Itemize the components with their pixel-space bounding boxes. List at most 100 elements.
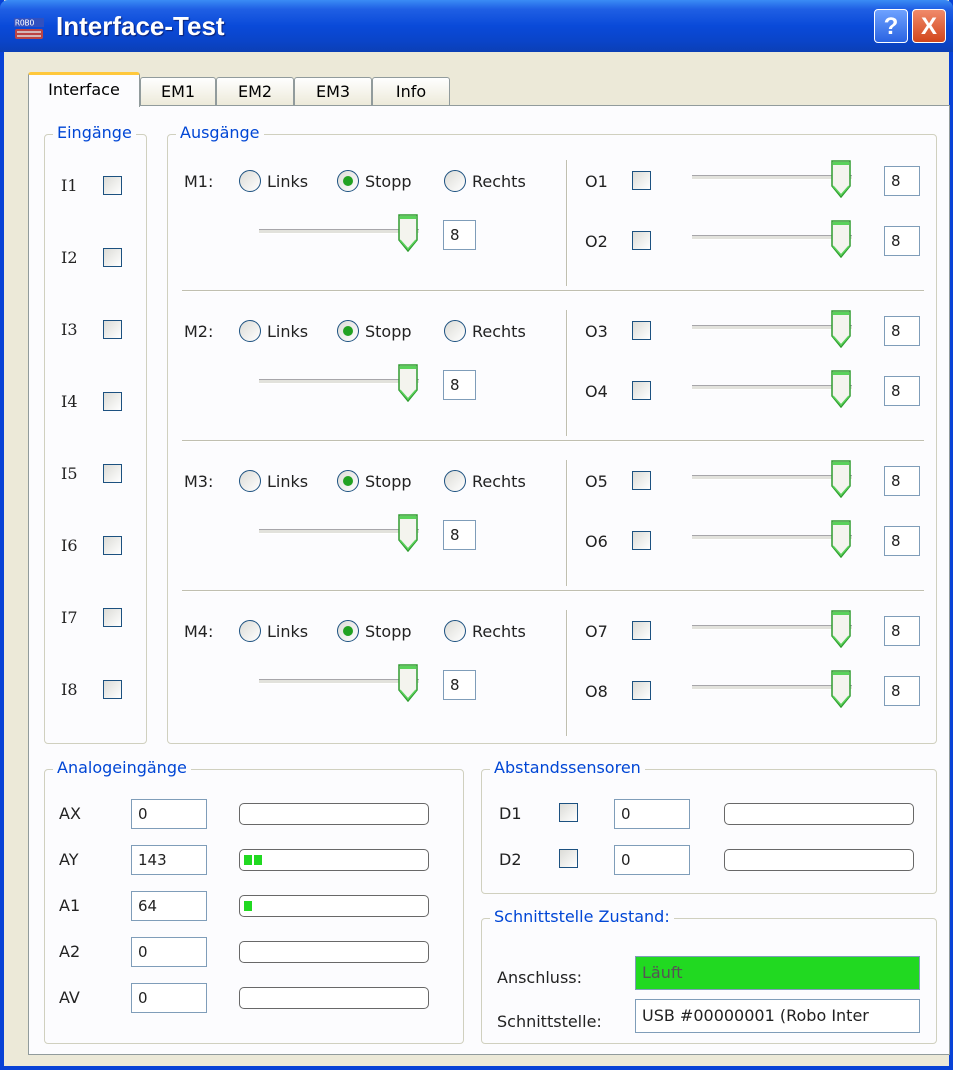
output-checkbox-o2[interactable] <box>632 231 651 250</box>
tab-interface[interactable]: Interface <box>28 72 140 107</box>
motor-m4-radio-left[interactable] <box>239 620 261 642</box>
tab-em2[interactable]: EM2 <box>216 77 294 106</box>
motor-output-divider-3 <box>566 460 568 586</box>
motor-m2-slider-thumb[interactable] <box>397 364 419 403</box>
svg-text:ROBO: ROBO <box>15 19 34 28</box>
motor-m4-radio-right[interactable] <box>444 620 466 642</box>
motor-label-m1: M1: <box>184 172 214 191</box>
input-checkbox-i3[interactable] <box>103 320 122 339</box>
motor-m1-radio-stop[interactable] <box>337 170 359 192</box>
title-bar[interactable]: ROBO Interface-Test ? X <box>0 0 953 52</box>
motor-m1-slider[interactable] <box>259 214 419 254</box>
output-o2-slider-thumb[interactable] <box>830 220 852 259</box>
interface-test-window: ROBO Interface-Test ? X Interface EM1 EM… <box>0 0 953 1070</box>
input-checkbox-i2[interactable] <box>103 248 122 267</box>
motor-m3-radio-stop[interactable] <box>337 470 359 492</box>
analog-bar-ay-segment <box>244 855 252 865</box>
analog-inputs-group-label: Analogeingänge <box>53 758 191 777</box>
tab-info[interactable]: Info <box>372 77 450 106</box>
analog-bar-ax <box>239 803 429 825</box>
input-label-i8: I8 <box>61 680 78 699</box>
output-o2-value: 8 <box>884 226 920 256</box>
output-o1-slider[interactable] <box>692 160 852 200</box>
motor-m3-slider-thumb[interactable] <box>397 514 419 553</box>
tab-em1[interactable]: EM1 <box>140 77 216 106</box>
input-checkbox-i7[interactable] <box>103 608 122 627</box>
input-checkbox-i4[interactable] <box>103 392 122 411</box>
input-checkbox-i1[interactable] <box>103 176 122 195</box>
output-o3-slider-thumb[interactable] <box>830 310 852 349</box>
output-o3-value: 8 <box>884 316 920 346</box>
output-o6-slider[interactable] <box>692 520 852 560</box>
output-o7-slider-thumb[interactable] <box>830 610 852 649</box>
close-button[interactable]: X <box>912 9 946 43</box>
analog-value-ay: 143 <box>131 845 207 875</box>
output-checkbox-o4[interactable] <box>632 381 651 400</box>
tab-em3[interactable]: EM3 <box>294 77 372 106</box>
motor-m4-radio-stop[interactable] <box>337 620 359 642</box>
output-checkbox-o5[interactable] <box>632 471 651 490</box>
motor-m1-radio-right-label: Rechts <box>472 172 526 191</box>
motor-m1-radio-left[interactable] <box>239 170 261 192</box>
output-label-o6: O6 <box>585 532 608 551</box>
output-o4-value: 8 <box>884 376 920 406</box>
interface-field: USB #00000001 (Robo Inter <box>635 999 920 1033</box>
output-o1-slider-thumb[interactable] <box>830 160 852 199</box>
motor-label-m2: M2: <box>184 322 214 341</box>
output-o5-slider[interactable] <box>692 460 852 500</box>
input-checkbox-i8[interactable] <box>103 680 122 699</box>
motor-m2-radio-right[interactable] <box>444 320 466 342</box>
output-checkbox-o6[interactable] <box>632 531 651 550</box>
output-o5-slider-track <box>692 475 852 480</box>
output-checkbox-o3[interactable] <box>632 321 651 340</box>
motor-m1-slider-thumb[interactable] <box>397 214 419 253</box>
output-checkbox-o1[interactable] <box>632 171 651 190</box>
motor-m4-slider-thumb[interactable] <box>397 664 419 703</box>
analog-label-ax: AX <box>59 804 81 823</box>
distance-checkbox-d2[interactable] <box>559 849 578 868</box>
outputs-group-label: Ausgänge <box>176 123 264 142</box>
inputs-group-label: Eingänge <box>53 123 136 142</box>
input-label-i1: I1 <box>61 176 78 195</box>
motor-m4-value: 8 <box>443 670 476 700</box>
motor-m3-slider[interactable] <box>259 514 419 554</box>
output-checkbox-o8[interactable] <box>632 681 651 700</box>
output-o2-slider[interactable] <box>692 220 852 260</box>
motor-m1-slider-track <box>259 229 419 234</box>
output-o7-slider[interactable] <box>692 610 852 650</box>
output-o8-value: 8 <box>884 676 920 706</box>
motor-m2-slider-track <box>259 379 419 384</box>
motor-m3-radio-left[interactable] <box>239 470 261 492</box>
motor-m2-radio-right-label: Rechts <box>472 322 526 341</box>
output-o5-slider-thumb[interactable] <box>830 460 852 499</box>
output-o3-slider[interactable] <box>692 310 852 350</box>
motor-m2-slider[interactable] <box>259 364 419 404</box>
input-checkbox-i5[interactable] <box>103 464 122 483</box>
motor-m2-radio-left[interactable] <box>239 320 261 342</box>
motor-m4-slider[interactable] <box>259 664 419 704</box>
analog-bar-a2 <box>239 941 429 963</box>
analog-label-av: AV <box>59 988 80 1007</box>
distance-checkbox-d1[interactable] <box>559 803 578 822</box>
output-o8-slider-thumb[interactable] <box>830 670 852 709</box>
input-checkbox-i6[interactable] <box>103 536 122 555</box>
connection-label: Anschluss: <box>497 968 583 987</box>
distance-label-d1: D1 <box>499 804 522 823</box>
robo-app-icon: ROBO <box>14 18 44 39</box>
output-label-o5: O5 <box>585 472 608 491</box>
output-o6-slider-thumb[interactable] <box>830 520 852 559</box>
output-o1-value: 8 <box>884 166 920 196</box>
help-button[interactable]: ? <box>874 9 908 43</box>
motor-m1-radio-left-label: Links <box>267 172 309 191</box>
analog-bar-ay-fill <box>244 855 262 865</box>
output-checkbox-o7[interactable] <box>632 621 651 640</box>
analog-value-a1: 64 <box>131 891 207 921</box>
distance-bar-d2 <box>724 849 914 871</box>
motor-m1-radio-right[interactable] <box>444 170 466 192</box>
output-o4-slider-thumb[interactable] <box>830 370 852 409</box>
output-o8-slider[interactable] <box>692 670 852 710</box>
motor-m2-radio-stop[interactable] <box>337 320 359 342</box>
motor-m3-radio-right[interactable] <box>444 470 466 492</box>
output-o4-slider[interactable] <box>692 370 852 410</box>
analog-value-ax: 0 <box>131 799 207 829</box>
